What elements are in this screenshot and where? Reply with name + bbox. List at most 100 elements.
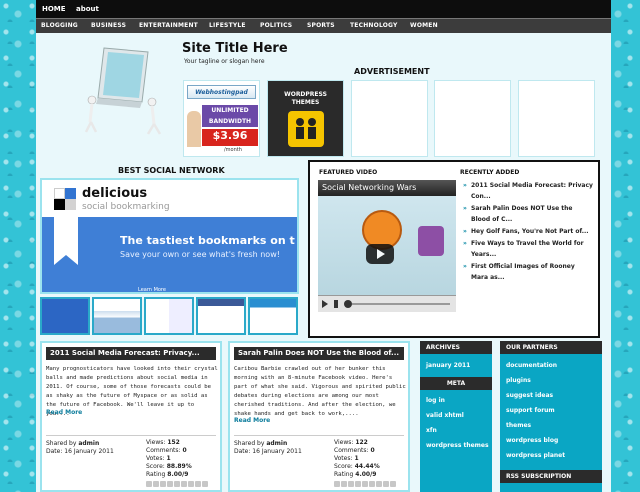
category-link[interactable]: ENTERTAINMENT — [139, 22, 198, 29]
partner-link[interactable]: documentation — [506, 362, 557, 369]
thumbnail[interactable] — [196, 297, 246, 335]
delicious-learn-more[interactable]: Learn More — [138, 287, 166, 292]
rating-value: 4.00/9 — [355, 471, 377, 478]
recent-item-link[interactable]: Five Ways to Travel the World for Years.… — [463, 238, 593, 260]
star-icon[interactable] — [348, 481, 354, 487]
nav-home-link[interactable]: HOME — [42, 5, 66, 13]
partner-link[interactable]: plugins — [506, 377, 531, 384]
nav-about-link[interactable]: about — [76, 5, 99, 13]
ad-webhostingpad[interactable]: Webhostingpad UNLIMITED BANDWIDTH $3.96 … — [183, 80, 260, 157]
recent-item-link[interactable]: First Official Images of Rooney Mara as.… — [463, 261, 593, 283]
star-icon[interactable] — [181, 481, 187, 487]
meta-link[interactable]: xfn — [426, 427, 437, 434]
date-label: Date: — [46, 448, 63, 455]
thumbnail[interactable] — [248, 297, 298, 335]
thumbnail[interactable] — [144, 297, 194, 335]
seek-handle[interactable] — [344, 300, 352, 308]
date-label: Date: — [234, 448, 251, 455]
read-more-link[interactable]: Read More — [46, 409, 82, 416]
recent-item-link[interactable]: 2011 Social Media Forecast: Privacy Con.… — [463, 180, 593, 202]
score-value: 44.44% — [354, 463, 380, 470]
recent-item-link[interactable]: Hey Golf Fans, You're Not Part of... — [463, 226, 593, 237]
star-icon[interactable] — [390, 481, 396, 487]
recently-added-list: 2011 Social Media Forecast: Privacy Con.… — [463, 180, 593, 284]
site-title[interactable]: Site Title Here — [182, 41, 288, 56]
recent-item-link[interactable]: Sarah Palin Does NOT Use the Blood of C.… — [463, 203, 593, 225]
meta-link[interactable]: valid xhtml — [426, 412, 464, 419]
video-title: Social Networking Wars — [318, 180, 456, 196]
comments-label: Comments: — [146, 447, 181, 454]
rating-value: 8.00/9 — [167, 471, 189, 478]
ad-price-unit: /month — [224, 147, 242, 153]
meta-heading: META — [420, 377, 492, 390]
play-icon[interactable] — [322, 300, 328, 308]
post-card: 2011 Social Media Forecast: Privacy... M… — [40, 341, 222, 492]
thumbnail[interactable] — [40, 297, 90, 335]
ad-price: $3.96 — [202, 129, 258, 146]
site-tagline: Your tagline or slogan here — [184, 58, 265, 65]
category-link[interactable]: WOMEN — [410, 22, 438, 29]
star-icon[interactable] — [160, 481, 166, 487]
post-title[interactable]: Sarah Palin Does NOT Use the Blood of... — [234, 347, 404, 360]
star-icon[interactable] — [376, 481, 382, 487]
ad-slot-empty[interactable] — [518, 80, 595, 157]
star-icon[interactable] — [188, 481, 194, 487]
rating-stars[interactable] — [146, 481, 209, 489]
category-link[interactable]: POLITICS — [260, 22, 292, 29]
votes-count: 1 — [354, 455, 359, 462]
star-icon[interactable] — [202, 481, 208, 487]
post-author[interactable]: admin — [266, 440, 287, 447]
thumbnail[interactable] — [92, 297, 142, 335]
category-link[interactable]: BUSINESS — [91, 22, 126, 29]
category-nav-bar: BLOGGING BUSINESS ENTERTAINMENT LIFESTYL… — [36, 18, 611, 33]
star-icon[interactable] — [334, 481, 340, 487]
seek-track[interactable] — [352, 303, 450, 305]
meta-link[interactable]: log in — [426, 397, 445, 404]
delicious-subtitle: social bookmarking — [82, 202, 170, 212]
star-icon[interactable] — [153, 481, 159, 487]
category-link[interactable]: BLOGGING — [41, 22, 78, 29]
star-icon[interactable] — [383, 481, 389, 487]
votes-label: Votes: — [334, 455, 353, 462]
star-icon[interactable] — [362, 481, 368, 487]
delicious-banner: The tastiest bookmarks on t Save your ow… — [42, 215, 297, 292]
best-social-feature[interactable]: delicious social bookmarking The tasties… — [40, 178, 299, 294]
star-icon[interactable] — [355, 481, 361, 487]
ad-slot-empty[interactable] — [434, 80, 511, 157]
star-icon[interactable] — [174, 481, 180, 487]
read-more-link[interactable]: Read More — [234, 417, 270, 424]
ad-person-figure — [187, 111, 201, 147]
comments-count: 0 — [182, 447, 187, 454]
partner-link[interactable]: suggest ideas — [506, 392, 553, 399]
partner-link[interactable]: wordpress planet — [506, 452, 565, 459]
ad-wordpress-themes[interactable]: WORDPRESS THEMES — [267, 80, 344, 157]
views-label: Views: — [334, 439, 354, 446]
post-author[interactable]: admin — [78, 440, 99, 447]
star-icon[interactable] — [167, 481, 173, 487]
category-link[interactable]: TECHNOLOGY — [350, 22, 398, 29]
category-link[interactable]: LIFESTYLE — [209, 22, 246, 29]
rating-stars[interactable] — [334, 481, 397, 489]
partner-link[interactable]: themes — [506, 422, 531, 429]
star-icon[interactable] — [146, 481, 152, 487]
category-link[interactable]: SPORTS — [307, 22, 335, 29]
bookmark-icon — [54, 215, 78, 265]
page-container: HOME about BLOGGING BUSINESS ENTERTAINME… — [36, 0, 611, 492]
partner-link[interactable]: support forum — [506, 407, 555, 414]
stop-icon[interactable] — [334, 300, 338, 308]
post-title[interactable]: 2011 Social Media Forecast: Privacy... — [46, 347, 216, 360]
meta-link[interactable]: wordpress themes — [426, 442, 489, 449]
ad-slot-empty[interactable] — [351, 80, 428, 157]
star-icon[interactable] — [341, 481, 347, 487]
views-label: Views: — [146, 439, 166, 446]
delicious-name: delicious — [82, 186, 148, 201]
star-icon[interactable] — [195, 481, 201, 487]
hero-illustration — [84, 47, 162, 135]
play-button[interactable] — [366, 244, 394, 264]
post-divider — [234, 435, 404, 436]
partner-link[interactable]: wordpress blog — [506, 437, 558, 444]
featured-video-player[interactable]: Social Networking Wars — [318, 180, 456, 312]
archive-link[interactable]: january 2011 — [426, 362, 470, 369]
star-icon[interactable] — [369, 481, 375, 487]
top-nav-bar: HOME about — [36, 0, 611, 18]
